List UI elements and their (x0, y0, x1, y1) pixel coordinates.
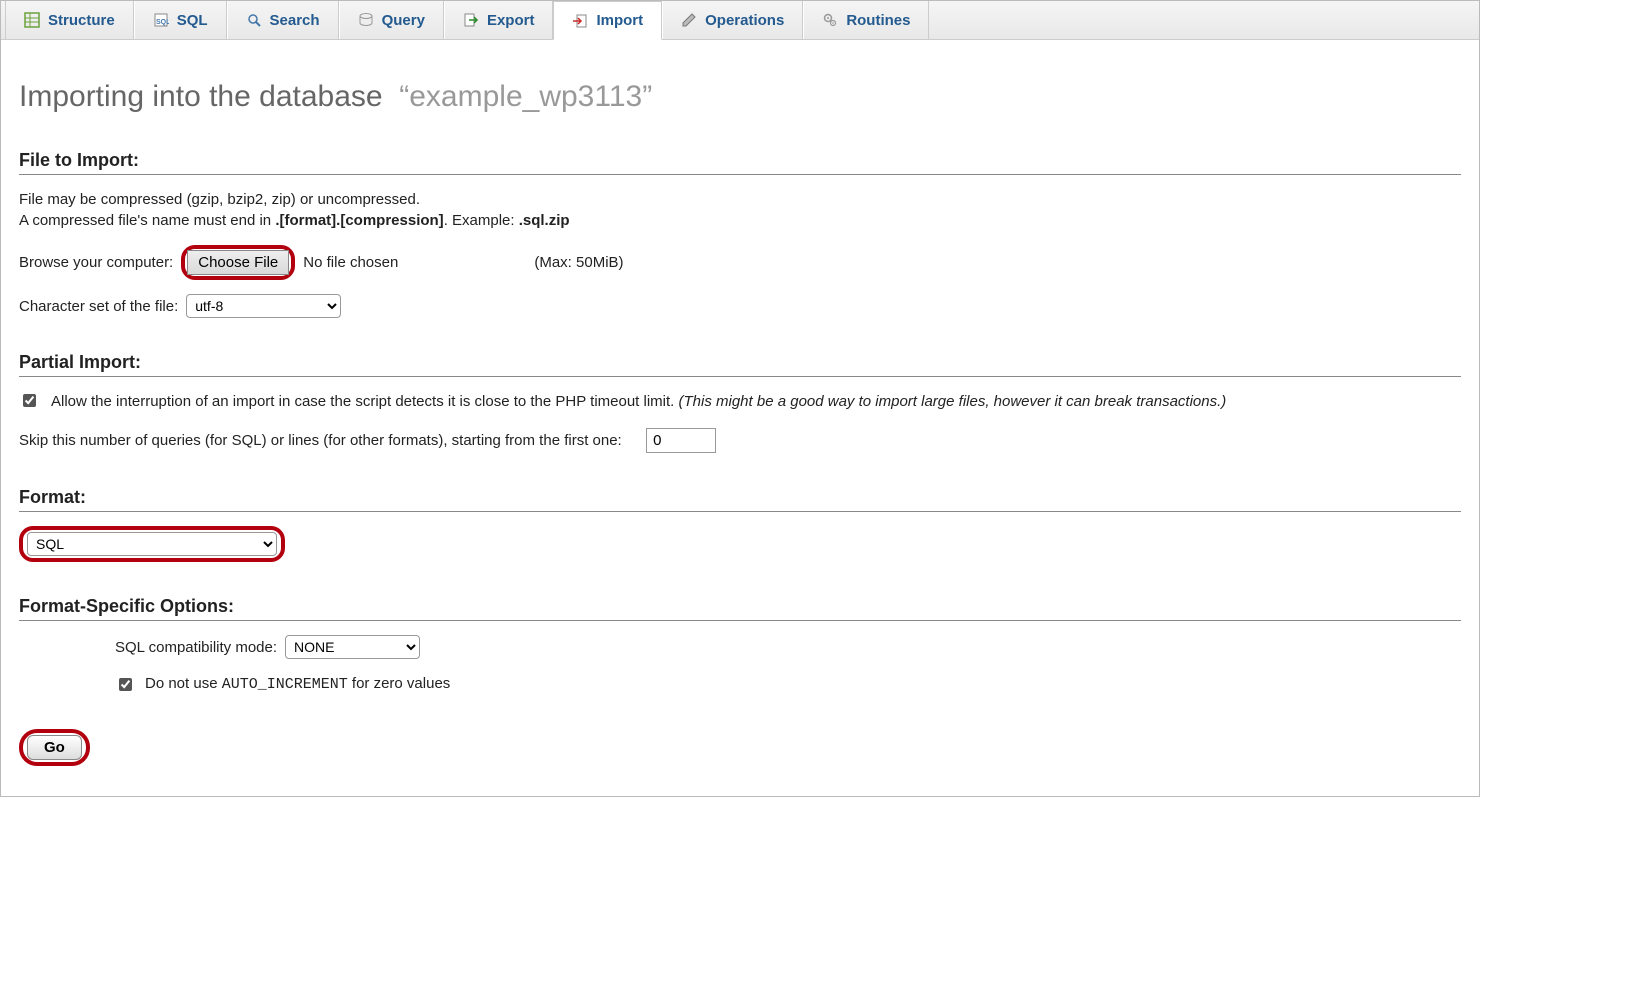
tab-search[interactable]: Search (227, 1, 339, 39)
page-title: Importing into the database “example_wp3… (19, 80, 1461, 114)
section-file-to-import: File to Import: File may be compressed (… (19, 150, 1461, 318)
tab-label: Routines (846, 12, 910, 29)
choose-file-button[interactable]: Choose File (187, 250, 289, 275)
tab-export[interactable]: Export (444, 1, 554, 39)
tab-label: Structure (48, 12, 115, 29)
title-prefix: Importing into the database (19, 80, 383, 113)
auto-increment-text: Do not use AUTO_INCREMENT for zero value… (145, 673, 450, 695)
tab-label: Search (270, 12, 320, 29)
no-file-text: No file chosen (303, 254, 398, 271)
allow-interruption-checkbox[interactable] (23, 394, 36, 407)
structure-icon (24, 12, 40, 28)
section-format-options: Format-Specific Options: SQL compatibili… (19, 596, 1461, 695)
export-icon (463, 12, 479, 28)
charset-label: Character set of the file: (19, 298, 178, 315)
compat-select[interactable]: NONE (285, 635, 420, 659)
search-icon (246, 12, 262, 28)
import-icon (572, 13, 588, 29)
section-heading: Format: (19, 487, 1461, 512)
auto-increment-checkbox[interactable] (119, 678, 132, 691)
allow-interruption-text: Allow the interruption of an import in c… (51, 391, 1226, 412)
skip-queries-input[interactable] (646, 428, 716, 453)
section-heading: File to Import: (19, 150, 1461, 175)
max-size-text: (Max: 50MiB) (534, 254, 623, 271)
tab-label: Operations (705, 12, 784, 29)
format-select[interactable]: SQL (27, 532, 277, 556)
tab-bar: Structure SQL SQL Search Query Export (1, 1, 1479, 40)
tab-structure[interactable]: Structure (5, 1, 134, 39)
tab-label: Query (382, 12, 425, 29)
operations-icon (681, 12, 697, 28)
skip-queries-label: Skip this number of queries (for SQL) or… (19, 432, 622, 449)
highlight-format: SQL (19, 526, 285, 562)
go-button[interactable]: Go (27, 735, 82, 760)
compression-hint: File may be compressed (gzip, bzip2, zip… (19, 189, 1461, 231)
charset-select[interactable]: utf-8 (186, 294, 341, 318)
section-partial-import: Partial Import: Allow the interruption o… (19, 352, 1461, 453)
database-name: example_wp3113 (409, 80, 642, 113)
tab-import[interactable]: Import (553, 1, 662, 40)
tab-label: Export (487, 12, 535, 29)
compat-label: SQL compatibility mode: (115, 639, 277, 656)
submit-area: Go (19, 729, 1461, 766)
tab-label: Import (596, 12, 643, 29)
tab-sql[interactable]: SQL SQL (134, 1, 227, 39)
tab-query[interactable]: Query (339, 1, 444, 39)
section-heading: Format-Specific Options: (19, 596, 1461, 621)
browse-label: Browse your computer: (19, 254, 173, 271)
svg-text:SQL: SQL (156, 19, 169, 26)
tab-operations[interactable]: Operations (662, 1, 803, 39)
highlight-choose-file: Choose File (181, 245, 295, 280)
section-heading: Partial Import: (19, 352, 1461, 377)
routines-icon (822, 12, 838, 28)
sql-icon: SQL (153, 12, 169, 28)
tab-label: SQL (177, 12, 208, 29)
tab-routines[interactable]: Routines (803, 1, 929, 39)
section-format: Format: SQL (19, 487, 1461, 562)
highlight-go: Go (19, 729, 90, 766)
query-icon (358, 12, 374, 28)
